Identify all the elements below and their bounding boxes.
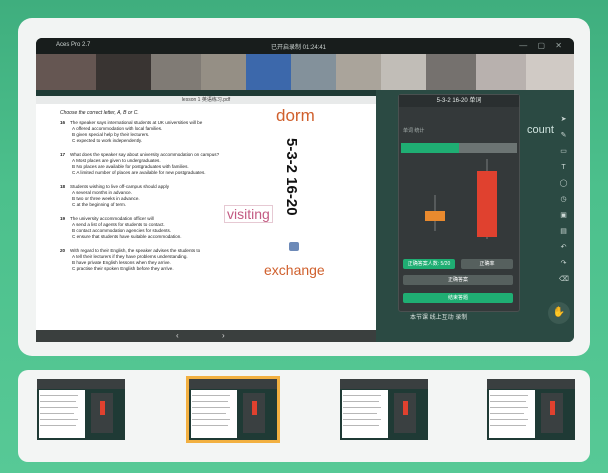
slide-thumbnail[interactable] — [37, 379, 125, 440]
participant-video[interactable] — [96, 54, 151, 90]
pdf-title-bar: lesson 1 英语练习.pdf — [36, 96, 376, 104]
participant-video[interactable] — [426, 54, 476, 90]
speaker-icon[interactable] — [289, 242, 299, 251]
quiz-panel-title: 5-3-2 16-20 单词 — [399, 95, 519, 107]
next-page-icon[interactable]: › — [222, 331, 225, 340]
folder-icon[interactable]: ▤ — [559, 227, 568, 236]
question-item: 20 With regard to their English, the spea… — [60, 248, 201, 271]
title-bar: Aces Pro 2.7 已开启录制 01:24:41 — ▢ ✕ — [36, 38, 574, 54]
participant-video[interactable] — [336, 54, 381, 90]
quiz-tabs[interactable] — [401, 143, 517, 153]
tool-sidebar: ➤ ✎ ▭ T ◯ ◷ ▣ ▤ ↶ ↷ ⌫ — [556, 115, 572, 320]
clear-icon[interactable]: ⌫ — [559, 275, 569, 284]
participant-video[interactable] — [151, 54, 201, 90]
annotation-count: count — [527, 124, 554, 136]
annotation-dorm: dorm — [276, 106, 315, 125]
annotation-question-numbers: 5-3-2 16-20 — [283, 138, 300, 216]
question-item: 19 The university accommodation officer w… — [60, 216, 182, 239]
raise-hand-icon[interactable]: ✋ — [548, 302, 570, 324]
quiz-panel[interactable]: 5-3-2 16-20 单词 单词 统计 正确答案人数: 5/20 正确率 正确… — [398, 94, 520, 312]
answer-bar-plot — [425, 159, 497, 239]
participant-video-strip — [36, 54, 574, 90]
question-item: 16 The speaker says international student… — [60, 120, 203, 143]
bar-red — [477, 171, 497, 237]
pen-icon[interactable]: ✎ — [559, 131, 568, 140]
app-status-left: Aces Pro 2.7 — [56, 42, 91, 48]
text-icon[interactable]: T — [559, 163, 568, 172]
quiz-panel-subtitle: 单词 统计 — [403, 128, 425, 134]
end-quiz-button[interactable]: 结束答题 — [403, 293, 513, 303]
participant-video[interactable] — [381, 54, 426, 90]
cursor-icon[interactable]: ➤ — [559, 115, 568, 124]
participant-video[interactable] — [476, 54, 526, 90]
prev-page-icon[interactable]: ‹ — [176, 331, 179, 340]
question-instruction: Choose the correct letter, A, B or C. — [60, 110, 139, 116]
participant-video[interactable] — [291, 54, 336, 90]
slide-thumbnail-selected[interactable] — [186, 376, 280, 443]
recording-status: 已开启录制 01:24:41 — [271, 45, 327, 51]
bar-orange — [425, 211, 445, 221]
participant-video[interactable] — [36, 54, 96, 90]
annotation-visiting: visiting — [224, 205, 273, 223]
undo-icon[interactable]: ↶ — [559, 243, 568, 252]
show-answer-button[interactable]: 正确答案 — [403, 275, 513, 285]
pdf-viewer[interactable]: lesson 1 英语练习.pdf Choose the correct let… — [36, 96, 376, 342]
accuracy-button[interactable]: 正确率 — [461, 259, 513, 269]
tab-wrong[interactable] — [459, 143, 517, 153]
image-icon[interactable]: ▣ — [559, 211, 568, 220]
redo-icon[interactable]: ↷ — [559, 259, 568, 268]
pdf-toolbar: ‹ › — [36, 330, 376, 342]
participant-video[interactable] — [246, 54, 291, 90]
question-item: 17 What does the speaker say about univer… — [60, 152, 220, 175]
slide-thumbnail[interactable] — [340, 379, 428, 440]
eraser-icon[interactable]: ▭ — [559, 147, 568, 156]
slide-thumbnail[interactable] — [487, 379, 575, 440]
correct-count-button[interactable]: 正确答案人数: 5/20 — [403, 259, 455, 269]
annotation-exchange: exchange — [264, 262, 325, 278]
bottom-caption: 本节课 线上互动 录制 — [410, 315, 468, 321]
participant-video[interactable] — [526, 54, 574, 90]
tab-correct[interactable] — [401, 143, 459, 153]
shape-icon[interactable]: ◯ — [559, 179, 568, 188]
question-item: 18 Students wishing to live off-campus sh… — [60, 184, 169, 207]
participant-video[interactable] — [201, 54, 246, 90]
timer-icon[interactable]: ◷ — [559, 195, 568, 204]
window-controls[interactable]: — ▢ ✕ — [519, 41, 566, 50]
